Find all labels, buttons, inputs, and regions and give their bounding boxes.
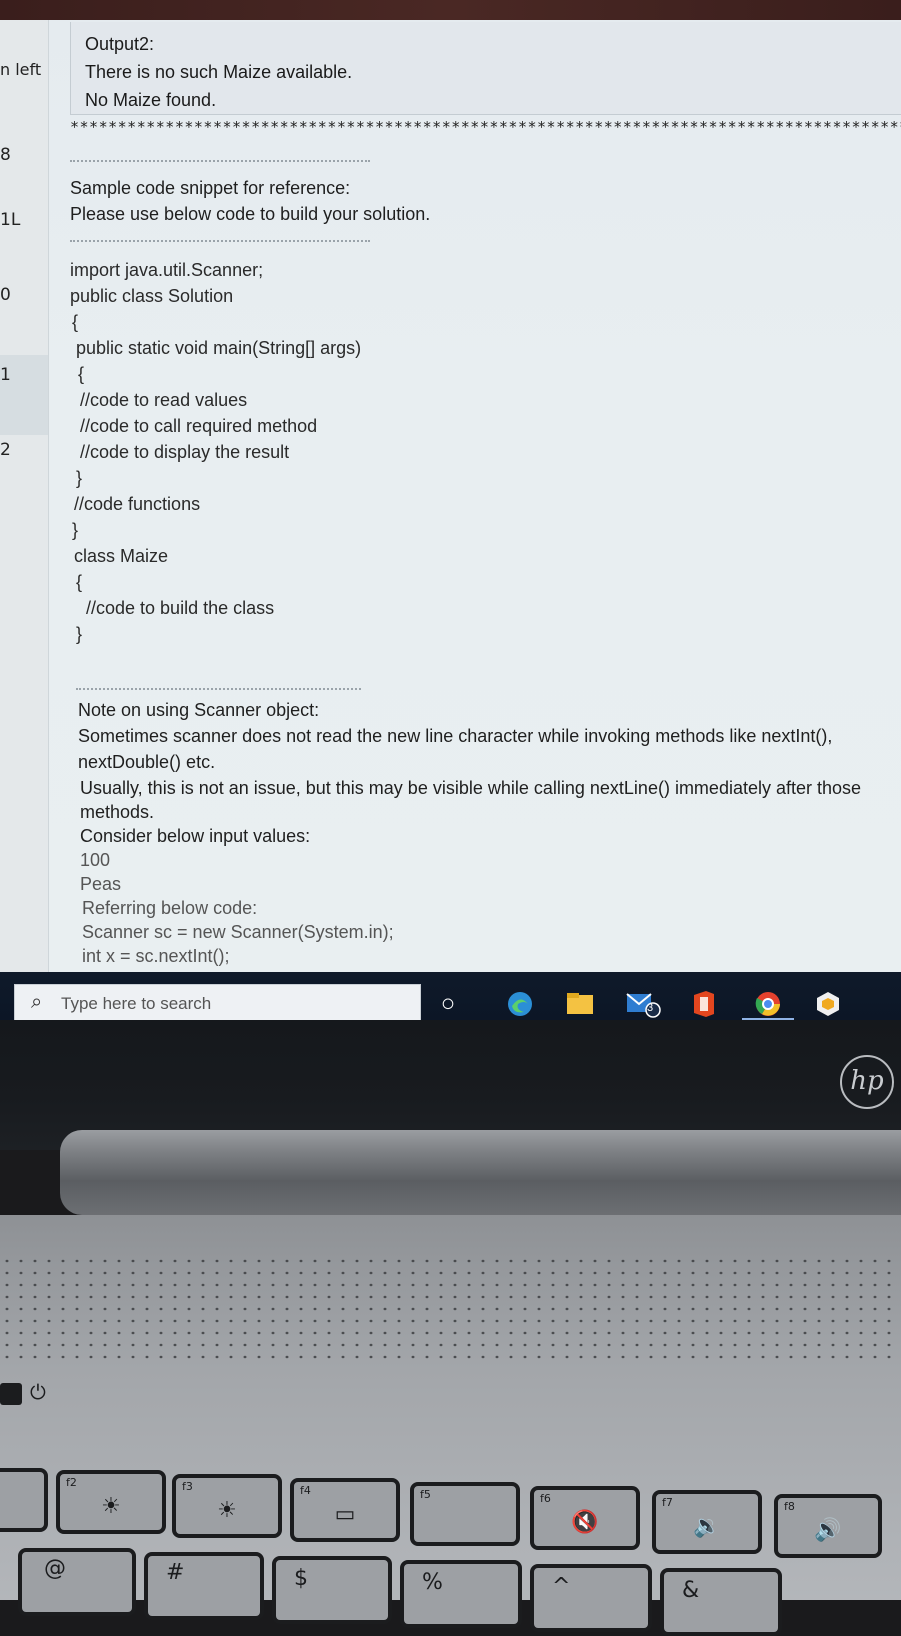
note-line: Referring below code:: [82, 898, 258, 918]
volume-up-icon: 🔊: [814, 1518, 842, 1543]
divider: [70, 160, 370, 162]
left-panel-header: n left: [0, 60, 42, 79]
snippet-instruction: Please use below code to build your solu…: [70, 204, 431, 224]
key-f1[interactable]: [0, 1468, 48, 1532]
code-line: //code to call required method: [80, 416, 318, 436]
key-f4[interactable]: f4 ▭: [290, 1478, 400, 1542]
note-line: Sometimes scanner does not read the new …: [78, 726, 833, 746]
separator-stars: ****************************************…: [70, 118, 901, 136]
code-line: class Maize: [74, 546, 169, 566]
note-title: Note on using Scanner object:: [78, 700, 320, 720]
code-line: import java.util.Scanner;: [70, 260, 264, 280]
code-line: }: [72, 520, 79, 540]
code-line: }: [76, 624, 83, 644]
office-icon[interactable]: [684, 984, 724, 1024]
code-line: //code to display the result: [80, 442, 290, 462]
note-line: methods.: [80, 802, 155, 822]
brightness-up-icon: ☀: [217, 1498, 237, 1523]
note-line: Peas: [80, 874, 122, 894]
note-line: 100: [80, 850, 111, 870]
code-line: public class Solution: [70, 286, 234, 306]
search-icon: ⌕: [31, 991, 43, 1013]
key-f8[interactable]: f8 🔊: [774, 1494, 882, 1558]
divider: [76, 688, 361, 690]
code-line: {: [72, 312, 79, 332]
note-line: Consider below input values:: [80, 826, 311, 846]
laptop-hinge: [60, 1130, 901, 1215]
key-f5[interactable]: f5: [410, 1482, 520, 1546]
volume-down-icon: 🔉: [693, 1514, 721, 1539]
code-line: public static void main(String[] args): [76, 338, 362, 358]
divider: [70, 240, 370, 242]
file-explorer-icon[interactable]: [560, 984, 600, 1024]
note-line: Scanner sc = new Scanner(System.in);: [82, 922, 394, 942]
key-2[interactable]: @: [18, 1548, 136, 1616]
code-line: }: [76, 468, 83, 488]
power-key[interactable]: [0, 1383, 22, 1405]
output-box: Output2: There is no such Maize availabl…: [70, 22, 901, 115]
code-line: //code to build the class: [86, 598, 275, 618]
output-title: Output2:: [85, 34, 155, 54]
key-3[interactable]: #: [144, 1552, 264, 1620]
code-line: {: [76, 572, 83, 592]
left-panel-item[interactable]: 8: [0, 145, 48, 165]
left-panel-item[interactable]: 1: [0, 365, 48, 385]
app-shield-icon[interactable]: [808, 984, 848, 1024]
cortana-circle-icon[interactable]: ○: [428, 984, 468, 1024]
note-line: Usually, this is not an issue, but this …: [80, 778, 862, 798]
snippet-title: Sample code snippet for reference:: [70, 178, 351, 198]
key-f7[interactable]: f7 🔉: [652, 1490, 762, 1554]
key-7[interactable]: &: [660, 1568, 782, 1636]
left-panel-item[interactable]: 0: [0, 285, 48, 305]
left-panel-item[interactable]: 2: [0, 440, 48, 460]
output-line: There is no such Maize available.: [85, 62, 353, 82]
left-panel: n left 8 1L 0 1 2: [0, 20, 49, 972]
output-line: No Maize found.: [85, 90, 217, 110]
key-f6[interactable]: f6 🔇: [530, 1486, 640, 1550]
taskbar-search[interactable]: ⌕ Type here to search: [14, 984, 421, 1024]
search-placeholder: Type here to search: [61, 994, 212, 1013]
key-f2[interactable]: f2 ☀: [56, 1470, 166, 1534]
mute-icon: 🔇: [571, 1510, 599, 1535]
edge-icon[interactable]: [500, 984, 540, 1024]
mail-icon[interactable]: 3: [624, 984, 664, 1024]
key-5[interactable]: %: [400, 1560, 522, 1628]
key-4[interactable]: $: [272, 1556, 392, 1624]
brightness-down-icon: ☀: [101, 1494, 121, 1519]
top-bezel: [0, 0, 901, 20]
code-line: //code to read values: [80, 390, 248, 410]
power-icon: ⏻: [30, 1380, 46, 1404]
display-switch-icon: ▭: [334, 1502, 356, 1527]
key-6[interactable]: ^: [530, 1564, 652, 1632]
note-line: int x = sc.nextInt();: [82, 946, 230, 966]
left-panel-item[interactable]: 1L: [0, 210, 48, 230]
key-f3[interactable]: f3 ☀: [172, 1474, 282, 1538]
note-line: nextDouble() etc.: [78, 752, 216, 772]
code-line: {: [78, 364, 85, 384]
hp-logo: hp: [840, 1055, 894, 1109]
code-line: //code functions: [74, 494, 201, 514]
speaker-grille: [0, 1255, 901, 1365]
